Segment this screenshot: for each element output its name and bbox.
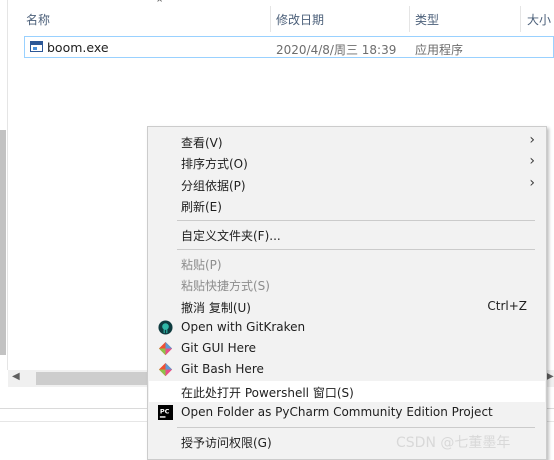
file-modified-date: 2020/4/8/周三 18:39 — [276, 43, 397, 57]
column-divider[interactable] — [409, 6, 410, 32]
menu-item-label: 刷新(E) — [181, 200, 222, 214]
menu-item-label: 粘贴快捷方式(S) — [181, 279, 270, 293]
menu-item-refresh[interactable]: 刷新(E) — [149, 195, 545, 216]
chevron-right-icon: › — [529, 132, 535, 148]
menu-separator — [177, 427, 535, 428]
menu-item-view[interactable]: 查看(V) › — [149, 131, 545, 152]
git-icon — [158, 341, 173, 356]
column-header-name[interactable]: 名称 — [26, 11, 50, 28]
menu-separator — [177, 220, 535, 221]
menu-item-label: 在此处打开 Powershell 窗口(S) — [181, 386, 354, 400]
menu-item-paste-shortcut: 粘贴快捷方式(S) — [149, 274, 545, 295]
column-divider[interactable] — [520, 6, 521, 32]
svg-text:PC: PC — [160, 407, 170, 415]
column-header-date[interactable]: 修改日期 — [276, 11, 324, 28]
column-header-type[interactable]: 类型 — [415, 11, 439, 28]
file-type: 应用程序 — [415, 43, 464, 57]
context-menu: 查看(V) › 排序方式(O) › 分组依据(P) › 刷新(E) 自定义文件夹… — [147, 126, 547, 460]
gitkraken-icon — [158, 320, 173, 335]
menu-item-label: 撤消 复制(U) — [181, 301, 251, 315]
menu-item-group-by[interactable]: 分组依据(P) › — [149, 174, 545, 195]
menu-item-label: Open with GitKraken — [181, 320, 306, 334]
menu-item-label: Open Folder as PyCharm Community Edition… — [181, 405, 493, 419]
menu-item-git-bash-here[interactable]: Git Bash Here — [149, 359, 545, 380]
navigation-pane-scrollbar-thumb[interactable] — [0, 130, 6, 355]
exe-file-icon — [30, 41, 43, 52]
menu-item-label: 自定义文件夹(F)... — [181, 229, 281, 243]
menu-item-open-with-gitkraken[interactable]: Open with GitKraken — [149, 317, 545, 338]
scroll-left-icon[interactable]: ◀ — [12, 371, 20, 382]
chevron-right-icon: › — [529, 153, 535, 169]
menu-item-label: 授予访问权限(G) — [181, 436, 272, 450]
menu-item-label: 粘贴(P) — [181, 258, 222, 272]
menu-item-label: 查看(V) — [181, 136, 223, 150]
chevron-right-icon: › — [529, 175, 535, 191]
menu-separator — [177, 249, 535, 250]
file-name: boom.exe — [47, 40, 109, 55]
menu-item-open-pycharm[interactable]: PC Open Folder as PyCharm Community Edit… — [149, 402, 545, 423]
file-row[interactable]: boom.exe 2020/4/8/周三 18:39 应用程序 — [24, 36, 554, 58]
menu-item-shortcut: Ctrl+Z — [487, 299, 527, 313]
menu-item-sort-by[interactable]: 排序方式(O) › — [149, 152, 545, 173]
menu-item-git-gui-here[interactable]: Git GUI Here — [149, 338, 545, 359]
menu-item-paste: 粘贴(P) — [149, 253, 545, 274]
menu-item-open-powershell[interactable]: 在此处打开 Powershell 窗口(S) — [149, 381, 545, 402]
menu-item-label: 分组依据(P) — [181, 179, 246, 193]
column-header-bar: ⌃ 名称 修改日期 类型 大小 — [14, 0, 554, 34]
sort-ascending-icon: ⌃ — [155, 0, 165, 10]
menu-item-label: 排序方式(O) — [181, 157, 248, 171]
menu-item-undo-copy[interactable]: 撤消 复制(U) Ctrl+Z — [149, 296, 545, 317]
menu-item-customize-folder[interactable]: 自定义文件夹(F)... — [149, 224, 545, 245]
horizontal-scrollbar-thumb[interactable] — [36, 372, 160, 385]
column-header-size[interactable]: 大小 — [527, 11, 551, 28]
scroll-right-icon[interactable]: ▶ — [546, 371, 554, 382]
menu-item-label: Git GUI Here — [181, 341, 257, 355]
menu-item-label: Git Bash Here — [181, 362, 264, 376]
pycharm-icon: PC — [158, 405, 173, 420]
watermark: CSDN @七董墨年 — [396, 435, 511, 451]
git-icon — [158, 362, 173, 377]
column-divider[interactable] — [270, 6, 271, 32]
